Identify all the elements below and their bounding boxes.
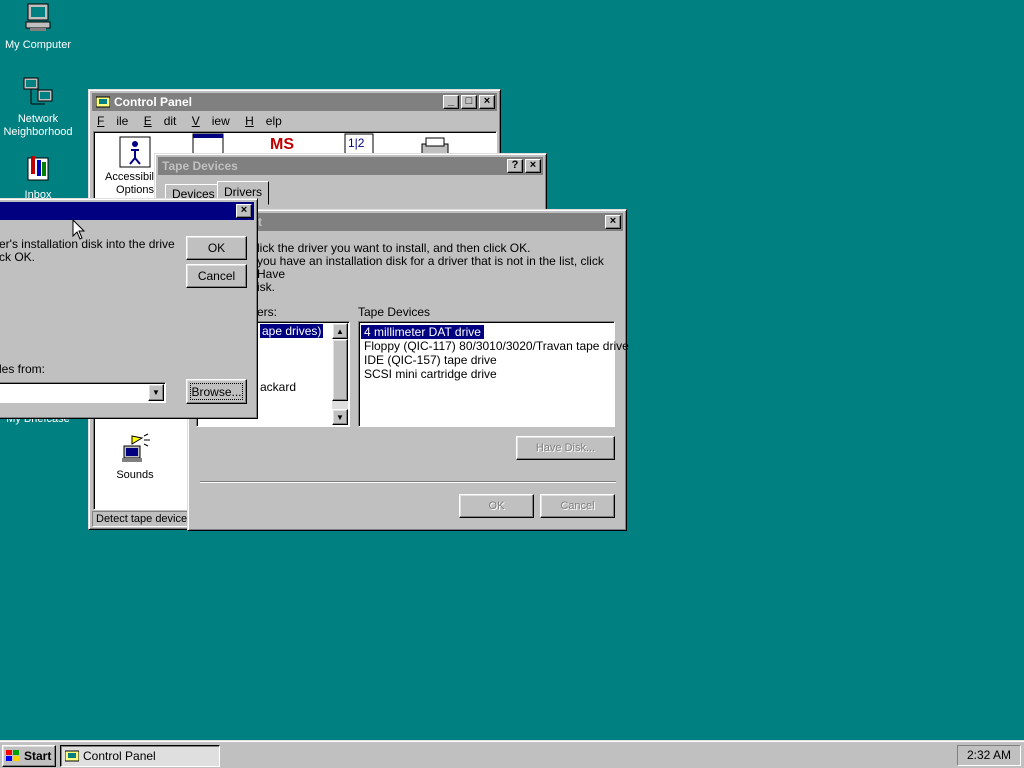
window-title: Tape Devices bbox=[162, 159, 238, 173]
model-item-selected[interactable]: 4 millimeter DAT drive bbox=[361, 325, 484, 339]
windows-logo-icon bbox=[6, 750, 19, 761]
help-button[interactable]: ? bbox=[507, 159, 523, 173]
close-button[interactable]: × bbox=[605, 215, 621, 229]
svg-text:MS: MS bbox=[270, 136, 294, 153]
manufacturer-item-selected[interactable]: ape drives) bbox=[260, 324, 324, 338]
desktop-icon-label: My Computer bbox=[4, 39, 72, 51]
taskbar-button-label: Control Panel bbox=[83, 749, 156, 763]
fonts-ms-icon[interactable]: MS bbox=[268, 133, 298, 155]
svg-text:1|2: 1|2 bbox=[348, 136, 365, 150]
control-panel-titlebar[interactable]: Control Panel _ □ × bbox=[92, 93, 497, 111]
menu-file[interactable]: File bbox=[97, 114, 128, 128]
control-panel-item-sounds[interactable]: Sounds bbox=[100, 432, 170, 481]
install-from-disk-titlebar[interactable]: × bbox=[0, 202, 254, 220]
taskbar: Start Control Panel 2:32 AM bbox=[0, 740, 1024, 768]
start-label: Start bbox=[24, 749, 52, 763]
browse-label: Browse... bbox=[191, 384, 242, 399]
dropdown-arrow-button[interactable]: ▼ bbox=[148, 384, 164, 401]
maximize-button[interactable]: □ bbox=[461, 95, 477, 109]
desktop-icon-label: Network Neighborhood bbox=[3, 113, 73, 138]
tape-devices-titlebar[interactable]: Tape Devices ? × bbox=[158, 157, 543, 175]
window-title: Control Panel bbox=[114, 95, 193, 109]
have-disk-button[interactable]: Have Disk... bbox=[516, 436, 615, 460]
desktop-icon-inbox[interactable]: Inbox bbox=[0, 152, 76, 201]
model-item[interactable]: IDE (QIC-157) tape drive bbox=[361, 353, 612, 367]
models-label: Tape Devices bbox=[358, 305, 431, 319]
manufacturers-label: ers: bbox=[257, 305, 278, 319]
instructions-line: you have an installation disk for a driv… bbox=[257, 254, 604, 281]
ok-button[interactable]: OK bbox=[186, 236, 247, 260]
system-tray-clock[interactable]: 2:32 AM bbox=[957, 745, 1021, 766]
cancel-button[interactable]: Cancel bbox=[186, 264, 247, 288]
ok-button[interactable]: OK bbox=[459, 494, 534, 518]
desktop-icon-my-computer[interactable]: My Computer bbox=[0, 2, 76, 51]
regional-settings-icon[interactable]: 1|2 bbox=[344, 133, 374, 155]
menu-bar: File Edit View Help bbox=[97, 114, 294, 128]
accessibility-icon bbox=[119, 136, 151, 168]
browse-button[interactable]: Browse... bbox=[186, 379, 247, 404]
scroll-down-button[interactable]: ▼ bbox=[332, 409, 348, 425]
instructions-line: isk. bbox=[257, 280, 275, 294]
close-button[interactable]: × bbox=[525, 159, 541, 173]
item-label: Sounds bbox=[116, 469, 154, 481]
message-line: ck OK. bbox=[0, 250, 36, 264]
window-title: t bbox=[258, 215, 262, 229]
install-from-disk-dialog: × er's installation disk into the drive … bbox=[0, 198, 258, 419]
network-icon bbox=[23, 77, 53, 105]
copy-from-combo[interactable]: ▼ bbox=[0, 382, 166, 403]
speaker-icon bbox=[122, 433, 150, 462]
status-text: Detect tape device bbox=[96, 513, 188, 525]
status-bar: Detect tape device bbox=[92, 511, 190, 527]
install-message: er's installation disk into the drive ck… bbox=[0, 238, 175, 264]
start-button[interactable]: Start bbox=[2, 745, 56, 767]
scroll-up-button[interactable]: ▲ bbox=[332, 323, 348, 339]
taskbar-button-control-panel[interactable]: Control Panel bbox=[60, 745, 220, 767]
manufacturer-item[interactable]: ackard bbox=[260, 380, 296, 394]
scrollbar[interactable]: ▲ ▼ bbox=[332, 323, 348, 425]
scroll-thumb[interactable] bbox=[332, 339, 348, 401]
mouse-cursor-icon bbox=[72, 219, 86, 240]
menu-view[interactable]: View bbox=[192, 114, 230, 128]
control-panel-icon bbox=[96, 96, 110, 108]
models-list[interactable]: 4 millimeter DAT drive Floppy (QIC-117) … bbox=[358, 321, 629, 427]
copy-from-label: les from: bbox=[0, 362, 46, 376]
close-button[interactable]: × bbox=[236, 204, 252, 218]
instructions: lick the driver you want to install, and… bbox=[257, 242, 622, 294]
separator bbox=[200, 481, 616, 483]
close-button[interactable]: × bbox=[479, 95, 495, 109]
cancel-button[interactable]: Cancel bbox=[540, 494, 615, 518]
desktop-icon-network-neighborhood[interactable]: Network Neighborhood bbox=[0, 76, 76, 139]
model-item[interactable]: SCSI mini cartridge drive bbox=[361, 367, 612, 381]
computer-icon bbox=[25, 3, 51, 31]
menu-edit[interactable]: Edit bbox=[144, 114, 177, 128]
clock-time: 2:32 AM bbox=[966, 748, 1012, 762]
menu-help[interactable]: Help bbox=[245, 114, 282, 128]
inbox-icon bbox=[27, 156, 49, 181]
model-item[interactable]: Floppy (QIC-117) 80/3010/3020/Travan tap… bbox=[361, 339, 629, 353]
minimize-button[interactable]: _ bbox=[443, 95, 459, 109]
control-panel-icon bbox=[65, 750, 79, 762]
add-new-hardware-icon[interactable] bbox=[192, 133, 224, 155]
